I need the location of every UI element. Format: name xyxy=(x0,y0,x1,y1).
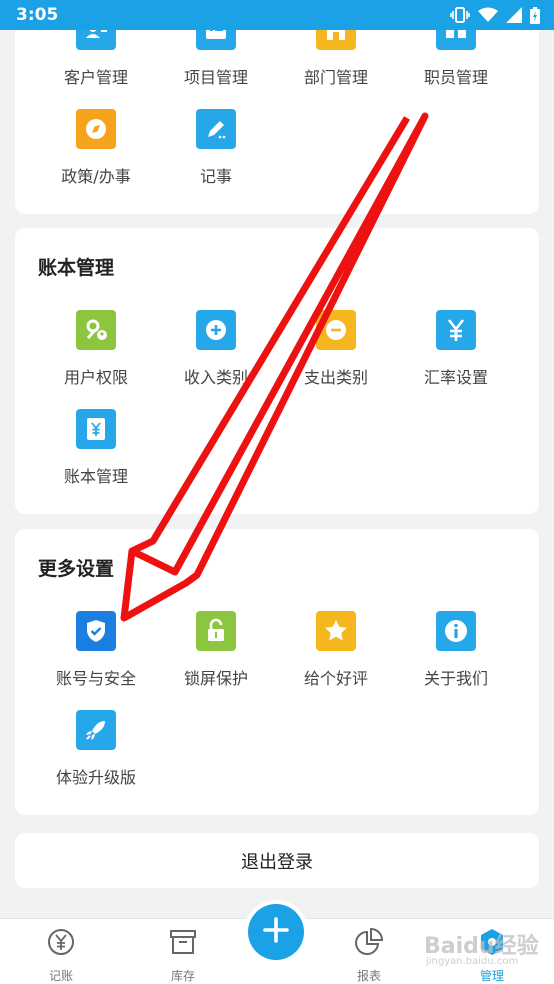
info-icon xyxy=(436,611,476,651)
plus-icon xyxy=(262,916,290,948)
tile-label: 账本管理 xyxy=(63,467,128,486)
tile-exchange-rate[interactable]: 汇率设置 xyxy=(396,310,516,390)
tile-label: 支出类别 xyxy=(303,368,368,387)
tile-income-categories[interactable]: 收入类别 xyxy=(156,310,276,390)
add-record-button-wrap xyxy=(244,900,308,964)
nav-label: 记账 xyxy=(48,969,73,983)
add-record-button[interactable] xyxy=(248,904,304,960)
tile-screen-lock[interactable]: 锁屏保护 xyxy=(156,611,276,691)
shield-check-icon xyxy=(76,611,116,651)
compass-icon xyxy=(76,109,116,149)
nav-label: 库存 xyxy=(170,969,195,983)
card-title: 更多设置 xyxy=(38,558,115,580)
minus-circle-icon xyxy=(316,310,356,350)
tile-label: 政策/办事 xyxy=(61,167,131,186)
yen-icon xyxy=(436,310,476,350)
nav-management[interactable]: 管理 xyxy=(452,927,532,984)
key-user-icon xyxy=(76,310,116,350)
tile-label: 职员管理 xyxy=(423,68,488,87)
tile-label: 账号与安全 xyxy=(55,669,136,688)
tile-account-security[interactable]: 账号与安全 xyxy=(36,611,156,691)
tile-user-permissions[interactable]: 用户权限 xyxy=(36,310,156,390)
card-ledger-management: 账本管理 用户权限 收入类别 支出类别 汇率设置 账本管理 xyxy=(15,228,539,514)
tile-upgrade-trial[interactable]: 体验升级版 xyxy=(36,710,156,790)
tile-label: 收入类别 xyxy=(183,368,248,387)
tile-about-us[interactable]: 关于我们 xyxy=(396,611,516,691)
star-icon xyxy=(316,611,356,651)
battery-icon xyxy=(530,6,540,24)
signal-icon xyxy=(506,7,522,23)
wifi-icon xyxy=(478,7,498,23)
tile-label: 部门管理 xyxy=(303,68,368,87)
card-more-settings: 更多设置 账号与安全 锁屏保护 给个好评 关于我们 体验升级版 xyxy=(15,529,539,815)
lock-icon xyxy=(196,611,236,651)
rocket-icon xyxy=(76,710,116,750)
card-title: 账本管理 xyxy=(38,257,115,279)
tile-label: 客户管理 xyxy=(63,68,128,87)
logout-button[interactable]: 退出登录 xyxy=(15,833,539,888)
pen-icon xyxy=(196,109,236,149)
tile-notes[interactable]: 记事 xyxy=(156,109,276,189)
tile-rate-app[interactable]: 给个好评 xyxy=(276,611,396,691)
status-bar: 3:05 xyxy=(0,0,554,30)
card-basic-management: 客户管理 项目管理 部门管理 职员管理 政策/办事 记事 xyxy=(15,10,539,214)
yen-book-icon xyxy=(76,409,116,449)
status-icons xyxy=(450,6,540,24)
nav-bookkeeping[interactable]: 记账 xyxy=(21,927,101,984)
nav-label: 管理 xyxy=(479,969,504,983)
vibrate-icon xyxy=(450,7,470,23)
tile-label: 给个好评 xyxy=(303,669,368,688)
tile-label: 记事 xyxy=(199,167,232,186)
pie-chart-icon xyxy=(354,927,384,961)
tile-label: 体验升级版 xyxy=(55,768,136,787)
tile-label: 锁屏保护 xyxy=(183,669,248,688)
nav-label: 报表 xyxy=(356,969,381,983)
status-time: 3:05 xyxy=(16,5,59,25)
tile-policy-affairs[interactable]: 政策/办事 xyxy=(36,109,156,189)
manage-icon xyxy=(477,927,507,961)
tile-label: 汇率设置 xyxy=(423,368,488,387)
tile-expense-categories[interactable]: 支出类别 xyxy=(276,310,396,390)
tile-label: 用户权限 xyxy=(63,368,128,387)
nav-reports[interactable]: 报表 xyxy=(329,927,409,984)
tile-ledger-books[interactable]: 账本管理 xyxy=(36,409,156,489)
plus-circle-icon xyxy=(196,310,236,350)
tile-label: 项目管理 xyxy=(183,68,248,87)
archive-box-icon xyxy=(168,927,198,961)
yen-circle-icon xyxy=(46,927,76,961)
nav-inventory[interactable]: 库存 xyxy=(143,927,223,984)
tile-label: 关于我们 xyxy=(423,669,488,688)
